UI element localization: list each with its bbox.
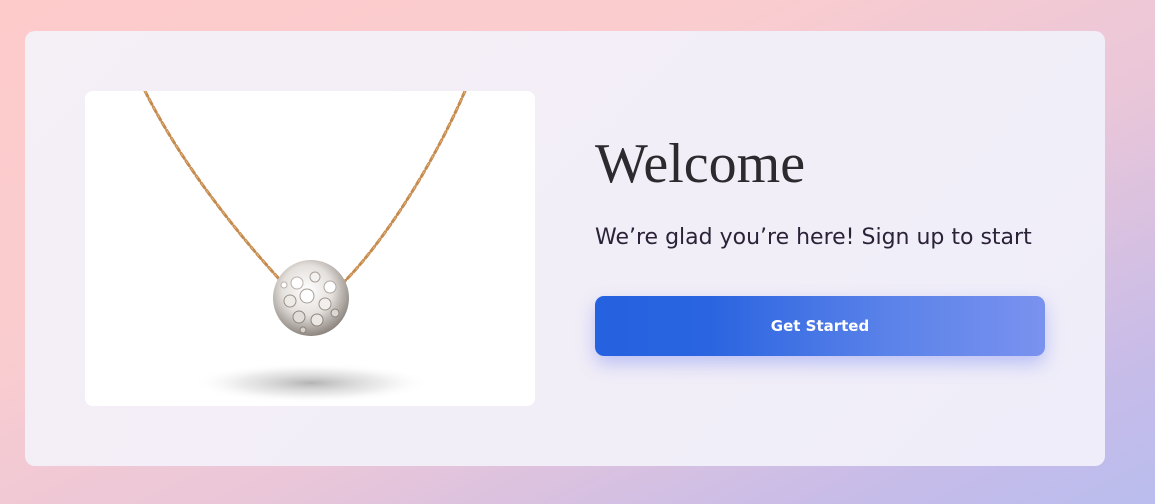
necklace-illustration bbox=[85, 91, 535, 406]
welcome-card: Welcome We’re glad you’re here! Sign up … bbox=[25, 31, 1105, 466]
get-started-button[interactable]: Get Started bbox=[595, 296, 1045, 356]
crystal-ball-pendant bbox=[273, 260, 349, 336]
welcome-content: Welcome We’re glad you’re here! Sign up … bbox=[595, 31, 1055, 466]
pendant-shadow bbox=[191, 363, 431, 403]
product-image bbox=[85, 91, 535, 406]
page-title: Welcome bbox=[595, 133, 806, 195]
welcome-subtitle: We’re glad you’re here! Sign up to start bbox=[595, 225, 1032, 250]
